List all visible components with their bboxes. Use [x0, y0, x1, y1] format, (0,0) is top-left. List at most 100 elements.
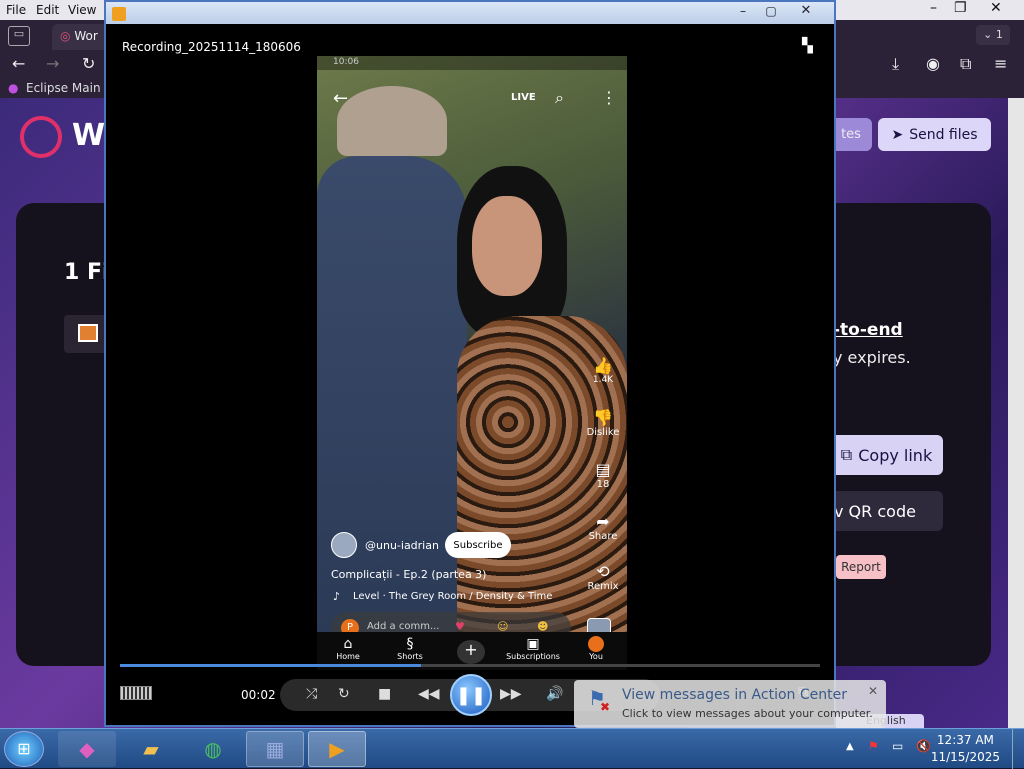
- send-files-button[interactable]: ➤ Send files: [878, 118, 991, 151]
- control-panel-icon: ▦: [265, 737, 285, 761]
- minimize-icon[interactable]: –: [930, 0, 937, 16]
- back-icon[interactable]: ←: [12, 54, 25, 73]
- player-close-icon[interactable]: ✕: [786, 3, 826, 21]
- copy-link-button[interactable]: ⧉ Copy link: [830, 435, 943, 475]
- menu-edit[interactable]: Edit: [36, 3, 59, 17]
- phone-back-icon[interactable]: ←: [333, 88, 348, 109]
- page-scrollbar[interactable]: [1008, 98, 1024, 728]
- fullscreen-toggle-icon[interactable]: ▚: [802, 38, 813, 54]
- fast-forward-icon[interactable]: ▶▶: [500, 686, 522, 702]
- action-center-icon[interactable]: ⚑: [868, 739, 879, 753]
- qr-code-button[interactable]: v QR code: [830, 491, 943, 531]
- elapsed-time: 00:02: [241, 688, 276, 702]
- channel-name[interactable]: @unu-iadrian: [365, 539, 439, 552]
- remix-icon: ⟲: [596, 562, 610, 581]
- taskbar-app-1[interactable]: ◆: [58, 731, 116, 767]
- volume-muted-icon[interactable]: 🔇: [916, 739, 931, 753]
- tab-count-button[interactable]: ⌄ 1: [976, 25, 1010, 45]
- nav-home[interactable]: ⌂ Home: [333, 636, 363, 661]
- restore-icon[interactable]: ❐: [954, 0, 967, 16]
- repeat-icon[interactable]: ↻: [338, 686, 350, 702]
- menu-view[interactable]: View: [68, 3, 96, 17]
- nav-subscriptions-label: Subscriptions: [506, 652, 560, 661]
- share-label: Share: [588, 531, 618, 542]
- rewind-icon[interactable]: ◀◀: [418, 686, 440, 702]
- comments-action[interactable]: ▤ 18: [583, 460, 623, 490]
- forward-icon[interactable]: →: [46, 54, 59, 73]
- windows-logo-icon: ⊞: [17, 739, 31, 758]
- subscribe-button[interactable]: Subscribe: [445, 532, 511, 558]
- bookmark-item[interactable]: Eclipse Main S: [26, 81, 112, 95]
- music-label[interactable]: Level · The Grey Room / Density & Time: [353, 591, 552, 602]
- folder-icon: ▰: [143, 737, 159, 761]
- player-maximize-icon[interactable]: ▢: [758, 4, 784, 20]
- phone-status-bar: 10:06: [317, 56, 627, 70]
- share-icon: ➦: [596, 512, 610, 531]
- taskbar-explorer[interactable]: ▰: [122, 731, 180, 767]
- file-thumb[interactable]: [64, 315, 108, 353]
- taskbar-control-panel[interactable]: ▦: [246, 731, 304, 767]
- clock-date: 11/15/2025: [930, 750, 1000, 764]
- action-center-notification[interactable]: ⚑ ✖ View messages in Action Center Click…: [574, 680, 886, 728]
- live-icon[interactable]: LIVE: [511, 92, 536, 103]
- nav-shorts[interactable]: § Shorts: [393, 636, 427, 661]
- files-heading: 1 Fi: [64, 260, 110, 285]
- send-files-label: Send files: [909, 126, 978, 143]
- nav-subscriptions[interactable]: ▣ Subscriptions: [503, 636, 563, 661]
- taskbar-media-player[interactable]: ▶: [308, 731, 366, 767]
- menu-icon[interactable]: ≡: [994, 54, 1007, 73]
- menu-file[interactable]: File: [6, 3, 26, 17]
- account-icon[interactable]: ◉: [926, 54, 940, 73]
- volume-level-icon[interactable]: [120, 686, 152, 700]
- shorts-icon: §: [406, 636, 414, 652]
- tab-favicon-icon: ◎: [60, 29, 71, 43]
- player-title-bar[interactable]: – ▢ ✕: [106, 2, 834, 24]
- seek-bar[interactable]: [120, 664, 820, 667]
- logo-icon: [20, 116, 62, 158]
- expires-text: y expires.: [833, 348, 911, 367]
- close-icon[interactable]: ✕: [990, 0, 1002, 16]
- pause-button[interactable]: ❚❚: [450, 674, 492, 716]
- channel-avatar[interactable]: [331, 532, 357, 558]
- remix-action[interactable]: ⟲ Remix: [583, 562, 623, 592]
- dislike-action[interactable]: 👎 Dislike: [579, 408, 627, 438]
- video-frame[interactable]: 10:06 ← LIVE ⌕ ⋮ 👍 1.4K 👎 Dislike ▤ 18 ➦…: [317, 56, 627, 670]
- player-content: Recording_20251114_180606 ▚ 10:06 ← LIVE…: [108, 24, 832, 724]
- taskbar-app-3[interactable]: ◍: [184, 731, 242, 767]
- phone-more-icon[interactable]: ⋮: [601, 88, 617, 107]
- comments-count: 18: [596, 479, 610, 490]
- browser-tab[interactable]: ◎ Wor: [52, 24, 112, 50]
- stop-icon[interactable]: ■: [378, 686, 391, 702]
- media-player-icon: ▶: [329, 737, 345, 761]
- report-button[interactable]: Report: [836, 555, 886, 579]
- like-action[interactable]: 👍 1.4K: [583, 356, 623, 385]
- share-action[interactable]: ➦ Share: [583, 512, 623, 542]
- video-file-icon: [78, 324, 98, 342]
- reload-icon[interactable]: ↻: [82, 54, 95, 73]
- create-plus-icon[interactable]: +: [457, 640, 485, 664]
- notes-button[interactable]: tes: [830, 118, 872, 151]
- clock[interactable]: 12:37 AM 11/15/2025: [931, 732, 1000, 766]
- notification-body: Click to view messages about your comput…: [622, 707, 873, 720]
- network-icon[interactable]: ▭: [892, 739, 903, 753]
- comment-placeholder: Add a comm...: [367, 621, 440, 632]
- extensions-icon[interactable]: ⧉: [960, 54, 971, 74]
- show-desktop-button[interactable]: [1012, 729, 1024, 769]
- phone-search-icon[interactable]: ⌕: [555, 88, 564, 108]
- video-title[interactable]: Complicații - Ep.2 (partea 3): [331, 568, 486, 581]
- tab-count: 1: [995, 28, 1003, 41]
- tab-label: Wor: [74, 29, 98, 43]
- home-icon: ⌂: [343, 636, 353, 652]
- tab-overview-icon[interactable]: ▭: [8, 26, 30, 46]
- tray-expand-icon[interactable]: ▲: [846, 741, 854, 752]
- you-avatar-icon: [588, 636, 604, 652]
- mute-icon[interactable]: 🔊: [546, 686, 563, 702]
- player-minimize-icon[interactable]: –: [730, 4, 756, 20]
- start-button[interactable]: ⊞: [4, 731, 44, 767]
- music-icon: ♪: [333, 590, 341, 603]
- nav-you[interactable]: You: [581, 636, 611, 661]
- download-icon[interactable]: ⤓: [892, 54, 899, 74]
- phone-clock: 10:06: [333, 57, 359, 67]
- notification-close-icon[interactable]: ✕: [868, 684, 878, 698]
- shuffle-icon[interactable]: ⤮: [306, 686, 317, 702]
